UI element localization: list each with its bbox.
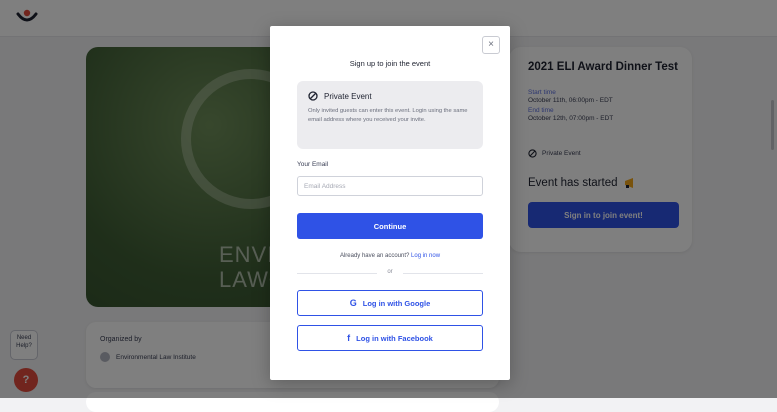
facebook-login-button[interactable]: f Log in with Facebook (297, 325, 483, 351)
modal-title: Sign up to join the event (349, 59, 431, 68)
account-prompt: Already have an account? Log in now (270, 253, 510, 259)
continue-button[interactable]: Continue (297, 213, 483, 239)
private-event-notice: Private Event Only invited guests can en… (297, 81, 483, 149)
facebook-icon: f (347, 333, 351, 343)
signup-modal: × Sign up to join the event Private Even… (270, 26, 510, 380)
account-prompt-text: Already have an account? (339, 253, 410, 259)
notice-body: Only invited guests can enter this event… (308, 108, 468, 123)
no-eye-icon (308, 91, 318, 101)
close-button[interactable]: × (482, 36, 500, 54)
login-now-link[interactable]: Log in now (411, 253, 440, 259)
google-login-button[interactable]: G Log in with Google (297, 290, 483, 316)
or-divider: or (297, 269, 483, 275)
notice-header: Private Event (308, 91, 372, 101)
close-icon: × (488, 39, 494, 50)
notice-title: Private Event (324, 91, 372, 101)
email-field[interactable] (297, 176, 483, 196)
facebook-login-label: Log in with Facebook (356, 333, 433, 343)
google-icon: G (349, 298, 357, 308)
email-label: Your Email (297, 161, 329, 168)
google-login-label: Log in with Google (362, 298, 431, 308)
